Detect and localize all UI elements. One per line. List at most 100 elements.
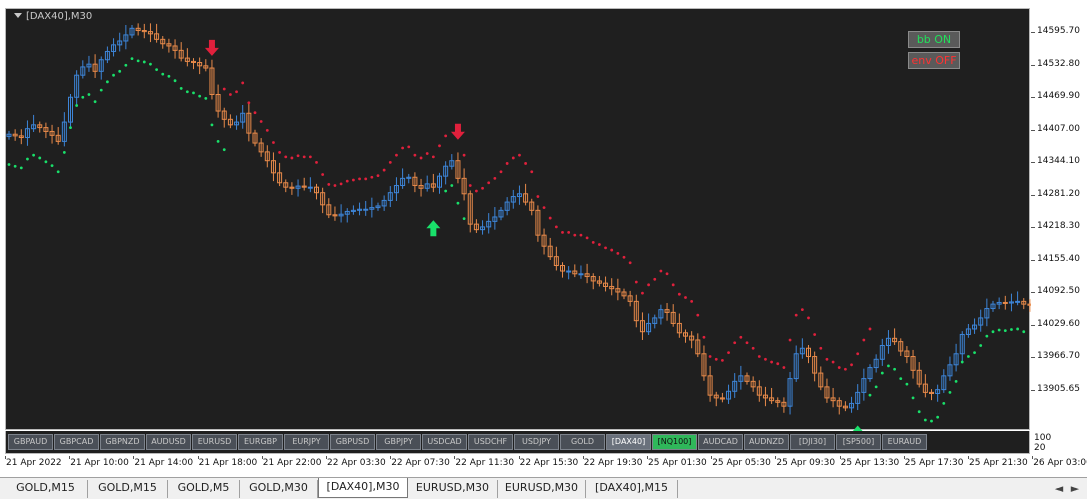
trail-dot-down [425, 152, 429, 155]
trail-dot-down [837, 366, 841, 369]
trail-dot-down [481, 186, 484, 190]
time-label: 21 Apr 18:00 [198, 458, 258, 468]
price-tick [1031, 259, 1035, 261]
trail-dot-down [751, 346, 755, 350]
chart-tab[interactable]: GOLD,M5 [168, 480, 240, 498]
tab-scroll-controls: ◄ ► [1051, 482, 1083, 495]
trail-dot-down [554, 225, 558, 229]
chart-tab[interactable]: GOLD,M15 [88, 480, 168, 498]
trail-dot-up [44, 160, 48, 164]
chart-tab[interactable]: [DAX40],M15 [586, 480, 678, 498]
trail-dot-down [745, 341, 749, 345]
tab-scroll-right-icon[interactable]: ► [1067, 482, 1083, 495]
candlestick-chart[interactable] [6, 9, 1031, 431]
price-label: 14532.80 [1037, 58, 1080, 69]
symbol-button-eurjpy[interactable]: EURJPY [284, 434, 329, 450]
env-toggle-button[interactable]: env OFF [908, 52, 960, 69]
price-axis[interactable]: 14595.70 14532.80 14469.90 14407.00 14344.10… [1031, 8, 1087, 430]
symbol-button-gbpjpy[interactable]: GBPJPY [376, 434, 421, 450]
trail-dot-up [50, 164, 54, 168]
trail-dot-up [13, 164, 17, 168]
trail-dot-up [179, 87, 183, 90]
price-tick [1031, 324, 1035, 326]
symbol-button-gbpusd[interactable]: GBPUSD [330, 434, 375, 450]
symbol-button-audnzd[interactable]: AUDNZD [744, 434, 789, 450]
volume-scale-top: 100 [1034, 433, 1052, 443]
trail-dot-down [444, 134, 448, 138]
trail-dot-down [794, 313, 798, 317]
symbol-button-nq100[interactable]: [NQ100] [652, 434, 697, 450]
price-plot-area[interactable]: [DAX40],M30 bb ON env OFF [5, 8, 1031, 431]
trail-dot-up [923, 418, 927, 422]
trail-dot-down [862, 338, 866, 342]
trail-dot-down [659, 269, 663, 273]
trail-dot-up [930, 419, 933, 423]
trail-dot-up [62, 151, 66, 154]
time-label: 22 Apr 07:30 [391, 458, 450, 468]
trail-dot-up [216, 139, 220, 143]
trail-dot-down [376, 174, 380, 177]
trail-dot-down [825, 357, 829, 361]
trail-dot-up [911, 396, 915, 400]
symbol-button-usdcad[interactable]: USDCAD [422, 434, 467, 450]
dropdown-triangle-icon[interactable] [14, 13, 22, 18]
buy-arrow-icon [426, 220, 441, 237]
time-axis[interactable]: 21 Apr 2022 21 Apr 10:00 21 Apr 14:00 21 Ap… [5, 456, 1087, 474]
chart-tab[interactable]: EURUSD,M30 [498, 480, 586, 498]
trail-dot-up [905, 382, 909, 386]
symbol-button-eurgbp[interactable]: EURGBP [238, 434, 283, 450]
trail-dot-up [880, 371, 884, 375]
trail-dot-down [524, 162, 527, 165]
chart-tab[interactable]: GOLD,M30 [240, 480, 318, 498]
symbol-button-gbpcad[interactable]: GBPCAD [54, 434, 99, 450]
trail-dot-up [185, 90, 189, 94]
trail-dot-down [499, 170, 503, 174]
chart-tab[interactable]: GOLD,M15 [4, 480, 88, 498]
symbol-button-gbpnzd[interactable]: GBPNZD [100, 434, 145, 450]
symbol-button-eurusd[interactable]: EURUSD [192, 434, 237, 450]
price-label: 14469.90 [1037, 91, 1080, 101]
trail-dot-down [511, 156, 515, 160]
trail-dot-up [973, 351, 976, 355]
symbol-button-audcad[interactable]: AUDCAD [698, 434, 743, 450]
trail-dot-up [967, 355, 970, 358]
symbol-button-usdjpy[interactable]: USDJPY [514, 434, 559, 450]
volume-scale: 100 20 [1034, 433, 1051, 453]
symbol-button-audusd[interactable]: AUDUSD [146, 434, 191, 450]
bb-toggle-button[interactable]: bb ON [908, 31, 960, 48]
price-label: 14281.20 [1037, 188, 1080, 199]
trail-dot-up [81, 95, 85, 99]
trail-dot-up [149, 62, 152, 66]
chart-tab[interactable]: EURUSD,M30 [408, 480, 498, 498]
price-label: 14218.30 [1037, 221, 1080, 231]
trail-dot-down [807, 316, 810, 320]
chart-tab[interactable]: [DAX40],M30 [318, 478, 408, 498]
symbol-button-dji30[interactable]: [DJI30] [790, 434, 835, 450]
symbol-button-usdchf[interactable]: USDCHF [468, 434, 513, 450]
trail-dot-up [210, 123, 214, 127]
symbol-button-gbpaud[interactable]: GBPAUD [8, 434, 53, 450]
candle-body [566, 270, 572, 273]
price-tick [1031, 389, 1035, 391]
symbol-button-gold[interactable]: GOLD [560, 434, 605, 450]
time-label: 25 Apr 09:30 [776, 458, 836, 468]
symbol-button-sp500[interactable]: [SP500] [836, 434, 881, 450]
symbol-button-euraud[interactable]: EURAUD [882, 434, 927, 450]
trail-dot-up [462, 217, 466, 221]
trail-dot-down [382, 168, 386, 172]
trail-dot-down [776, 362, 780, 366]
trail-dot-up [142, 60, 146, 64]
symbol-button-dax40[interactable]: [DAX40] [606, 434, 651, 450]
trail-dot-down [327, 183, 331, 186]
chart-window: [DAX40],M30 bb ON env OFF GBPAUD GBPCAD GB… [0, 0, 1087, 477]
volume-scale-bottom: 20 [1034, 443, 1046, 453]
trail-dot-down [727, 351, 730, 355]
chart-tab-bar: ◄ ► GOLD,M15 GOLD,M15 GOLD,M5 GOLD,M30 [DAX40… [0, 477, 1087, 499]
trail-dot-down [358, 177, 361, 181]
trail-dot-down [604, 246, 607, 250]
trail-dot-up [991, 330, 995, 334]
tab-scroll-left-icon[interactable]: ◄ [1051, 482, 1067, 495]
trail-dot-up [7, 163, 11, 166]
trail-dot-down [241, 81, 245, 85]
price-tick [1031, 357, 1035, 358]
